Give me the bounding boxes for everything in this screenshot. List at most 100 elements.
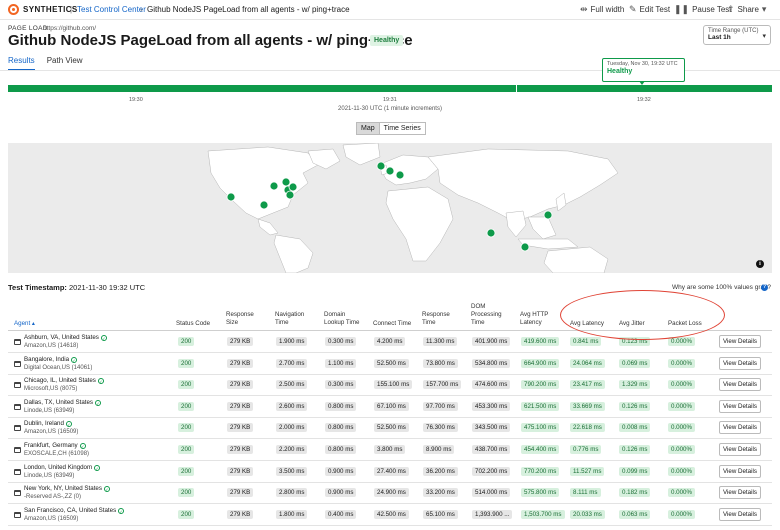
question-icon[interactable]: ? — [761, 284, 768, 291]
agent-name[interactable]: Bangalore, India ✓ — [24, 356, 78, 363]
agent-marker[interactable] — [226, 192, 236, 202]
agent-name[interactable]: Chicago, IL, United States ✓ — [24, 377, 104, 385]
health-timeline-bar[interactable] — [8, 85, 772, 92]
metric-size: 279 KB — [227, 423, 254, 433]
metric-latency: 20.033 ms — [570, 509, 605, 519]
column-header-response-size[interactable]: Response Size — [226, 311, 254, 327]
agent-name[interactable]: Dublin, Ireland ✓ — [24, 420, 72, 428]
view-details-button[interactable]: View Details — [719, 378, 761, 392]
agent-name[interactable]: Dallas, TX, United States ✓ — [24, 399, 102, 406]
metric-dom: 401.900 ms — [472, 337, 511, 346]
view-details-button[interactable]: View Details — [719, 335, 761, 348]
agent-marker[interactable] — [269, 181, 279, 191]
agent-marker[interactable] — [259, 200, 269, 210]
column-header-navigation-time[interactable]: Navigation Time — [275, 311, 304, 327]
column-header-dom-processing[interactable]: DOM Processing Time — [471, 303, 502, 327]
agent-marker[interactable] — [385, 166, 395, 176]
tab-bar: Results Path View — [8, 56, 83, 71]
agent-marker[interactable] — [288, 182, 298, 192]
agent-marker[interactable] — [543, 210, 553, 220]
agent-name[interactable]: London, United Kingdom ✓ — [24, 464, 101, 471]
metric-status: 200 — [178, 337, 195, 346]
metric-latency: 0.776 ms — [570, 445, 602, 454]
view-details-button[interactable]: View Details — [719, 464, 761, 478]
agent-marker[interactable] — [285, 190, 295, 200]
agent-name-text: Dublin, Ireland — [24, 420, 64, 428]
share-button[interactable]: ⇪ Share ▾ — [727, 4, 766, 15]
agent-marker[interactable] — [395, 170, 405, 180]
land-masses — [207, 143, 619, 273]
view-details-button[interactable]: View Details — [719, 421, 761, 435]
metric-size: 279 KB — [227, 380, 254, 390]
timeline-tick: 19:32 — [637, 97, 651, 103]
metric-status: 200 — [178, 509, 195, 519]
column-header-response-time[interactable]: Response Time — [422, 311, 450, 327]
agent-name[interactable]: Frankfurt, Germany ✓ — [24, 442, 86, 449]
table-row: Frankfurt, Germany ✓ EXOSCALE,CH (61098) 20… — [8, 439, 772, 461]
column-header-avg-jitter[interactable]: Avg Jitter — [619, 320, 645, 328]
agent-window-icon — [14, 360, 21, 367]
metric-http: 1,503.700 ms — [521, 509, 565, 519]
tab-path-view[interactable]: Path View — [47, 56, 83, 71]
top-bar: SYNTHETICS | Test Control Center › Githu… — [0, 0, 780, 20]
chevron-down-icon: ▾ — [761, 4, 767, 14]
breadcrumb-test-control-center[interactable]: Test Control Center — [77, 5, 146, 14]
view-details-button[interactable]: View Details — [719, 356, 761, 370]
time-range-select[interactable]: Time Range (UTC) Last 1h ▾ — [703, 25, 771, 45]
check-circle-icon: ✓ — [79, 443, 86, 449]
view-details-button[interactable]: View Details — [719, 443, 761, 456]
map-view-button[interactable]: Map — [356, 122, 380, 135]
header-line: Response — [422, 311, 450, 318]
metric-loss: 0.000% — [668, 509, 695, 519]
gray-values-help-link[interactable]: Why are some 100% values gray? — [672, 284, 771, 291]
timeline-selected-marker[interactable] — [516, 84, 517, 93]
column-header-packet-loss[interactable]: Packet Loss — [668, 320, 702, 328]
agent-marker[interactable] — [376, 161, 386, 171]
agent-name[interactable]: San Francisco, CA, United States ✓ — [24, 507, 125, 514]
view-details-button[interactable]: View Details — [719, 399, 761, 413]
agent-window-icon — [14, 425, 21, 432]
column-header-status-code[interactable]: Status Code — [176, 320, 210, 328]
metric-dns: 0.800 ms — [325, 423, 357, 433]
app-logo[interactable]: SYNTHETICS — [8, 4, 78, 15]
check-circle-icon: ✓ — [95, 399, 102, 406]
agent-window-icon — [14, 339, 21, 345]
metric-dom: 534.800 ms — [472, 358, 511, 368]
column-header-avg-latency[interactable]: Avg Latency — [570, 320, 604, 328]
full-width-button[interactable]: ⇹ Full width — [580, 4, 624, 15]
view-details-button[interactable]: View Details — [719, 486, 761, 500]
agent-name[interactable]: Ashburn, VA, United States ✓ — [24, 334, 107, 341]
agent-marker[interactable] — [486, 228, 496, 238]
agent-window-icon — [14, 382, 21, 389]
agent-name[interactable]: New York, NY, United States ✓ — [24, 485, 110, 493]
metric-resp: 36.200 ms — [423, 466, 458, 476]
edit-icon: ✎ — [629, 4, 637, 14]
column-header-agent[interactable]: Agent ▴ — [14, 320, 35, 328]
test-timestamp-label: Test Timestamp: — [8, 283, 67, 292]
pause-test-button[interactable]: ❚❚ Pause Test — [674, 4, 732, 15]
metric-connect: 27.400 ms — [374, 466, 409, 476]
check-circle-icon: ✓ — [71, 356, 78, 363]
metric-connect: 52.500 ms — [374, 358, 409, 368]
metric-nav: 1.800 ms — [276, 509, 308, 519]
check-circle-icon: ✓ — [65, 421, 72, 428]
agent-marker[interactable] — [281, 177, 291, 187]
metric-dom: 343.500 ms — [472, 423, 511, 433]
view-details-button[interactable]: View Details — [719, 507, 761, 521]
info-icon[interactable]: i — [756, 260, 764, 268]
tab-results[interactable]: Results — [8, 56, 35, 71]
metric-nav: 3.500 ms — [276, 466, 308, 476]
check-circle-icon: ✓ — [97, 378, 104, 385]
agent-map[interactable] — [8, 143, 772, 273]
time-series-view-button[interactable]: Time Series — [379, 122, 426, 135]
column-header-avg-http-latency[interactable]: Avg HTTP Latency — [520, 311, 548, 327]
agent-marker[interactable] — [520, 242, 530, 252]
view-toggle: Map Time Series — [356, 122, 426, 135]
edit-test-button[interactable]: ✎ Edit Test — [629, 4, 670, 15]
column-header-domain-lookup[interactable]: Domain Lookup Time — [324, 311, 359, 327]
column-header-connect-time[interactable]: Connect Time — [373, 320, 411, 328]
header-line: DOM — [471, 303, 486, 310]
test-url[interactable]: https://github.com/ — [43, 25, 96, 32]
metric-resp: 97.700 ms — [423, 401, 458, 411]
header-line: Response — [226, 311, 254, 318]
